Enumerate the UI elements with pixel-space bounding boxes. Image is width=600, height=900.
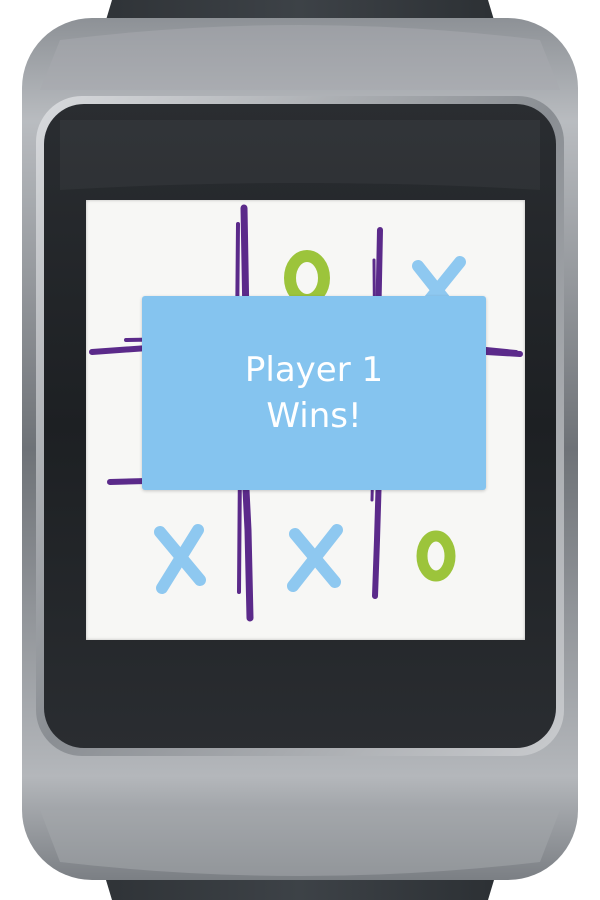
result-dialog[interactable]: Player 1 Wins! <box>142 296 486 490</box>
o-mark-icon <box>416 530 456 582</box>
board-cell-r2c2[interactable] <box>378 490 518 630</box>
watch-mockup: Player 1 Wins! <box>0 0 600 900</box>
result-line-1: Player 1 <box>244 350 384 390</box>
x-mark-icon <box>154 524 206 594</box>
board-cell-r2c1[interactable] <box>241 490 381 630</box>
board-cell-r2c0[interactable] <box>96 490 236 630</box>
result-line-2: Wins! <box>266 396 362 436</box>
x-mark-icon <box>287 524 343 592</box>
result-message: Player 1 Wins! <box>245 347 383 439</box>
